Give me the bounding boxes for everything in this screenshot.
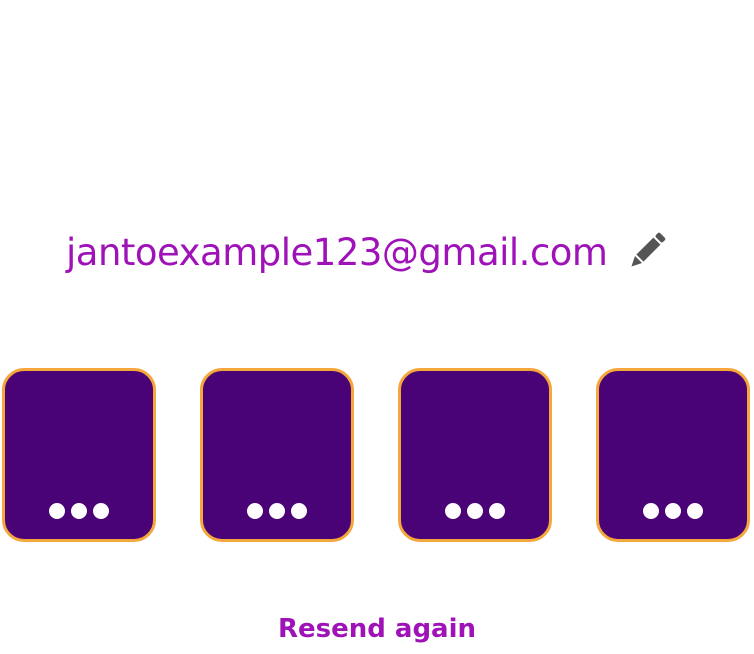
dot: [467, 503, 483, 519]
dot: [687, 503, 703, 519]
code-box-3[interactable]: [398, 368, 552, 542]
dot: [49, 503, 65, 519]
resend-link[interactable]: Resend again: [0, 614, 754, 644]
edit-email-button[interactable]: [620, 224, 674, 278]
dot: [445, 503, 461, 519]
verification-screen: jantoexample123@gmail.com Resend again: [0, 0, 754, 654]
dot: [665, 503, 681, 519]
dot: [489, 503, 505, 519]
dot: [71, 503, 87, 519]
dot: [247, 503, 263, 519]
dot: [291, 503, 307, 519]
email-address: jantoexample123@gmail.com: [66, 230, 608, 274]
dot: [93, 503, 109, 519]
masked-digit: [599, 503, 747, 519]
code-box-2[interactable]: [200, 368, 354, 542]
masked-digit: [5, 503, 153, 519]
code-box-4[interactable]: [596, 368, 750, 542]
dot: [643, 503, 659, 519]
masked-digit: [203, 503, 351, 519]
pencil-icon: [631, 232, 666, 267]
dot: [269, 503, 285, 519]
code-box-1[interactable]: [2, 368, 156, 542]
code-input-row: [0, 368, 754, 548]
email-row: jantoexample123@gmail.com: [66, 224, 608, 280]
masked-digit: [401, 503, 549, 519]
